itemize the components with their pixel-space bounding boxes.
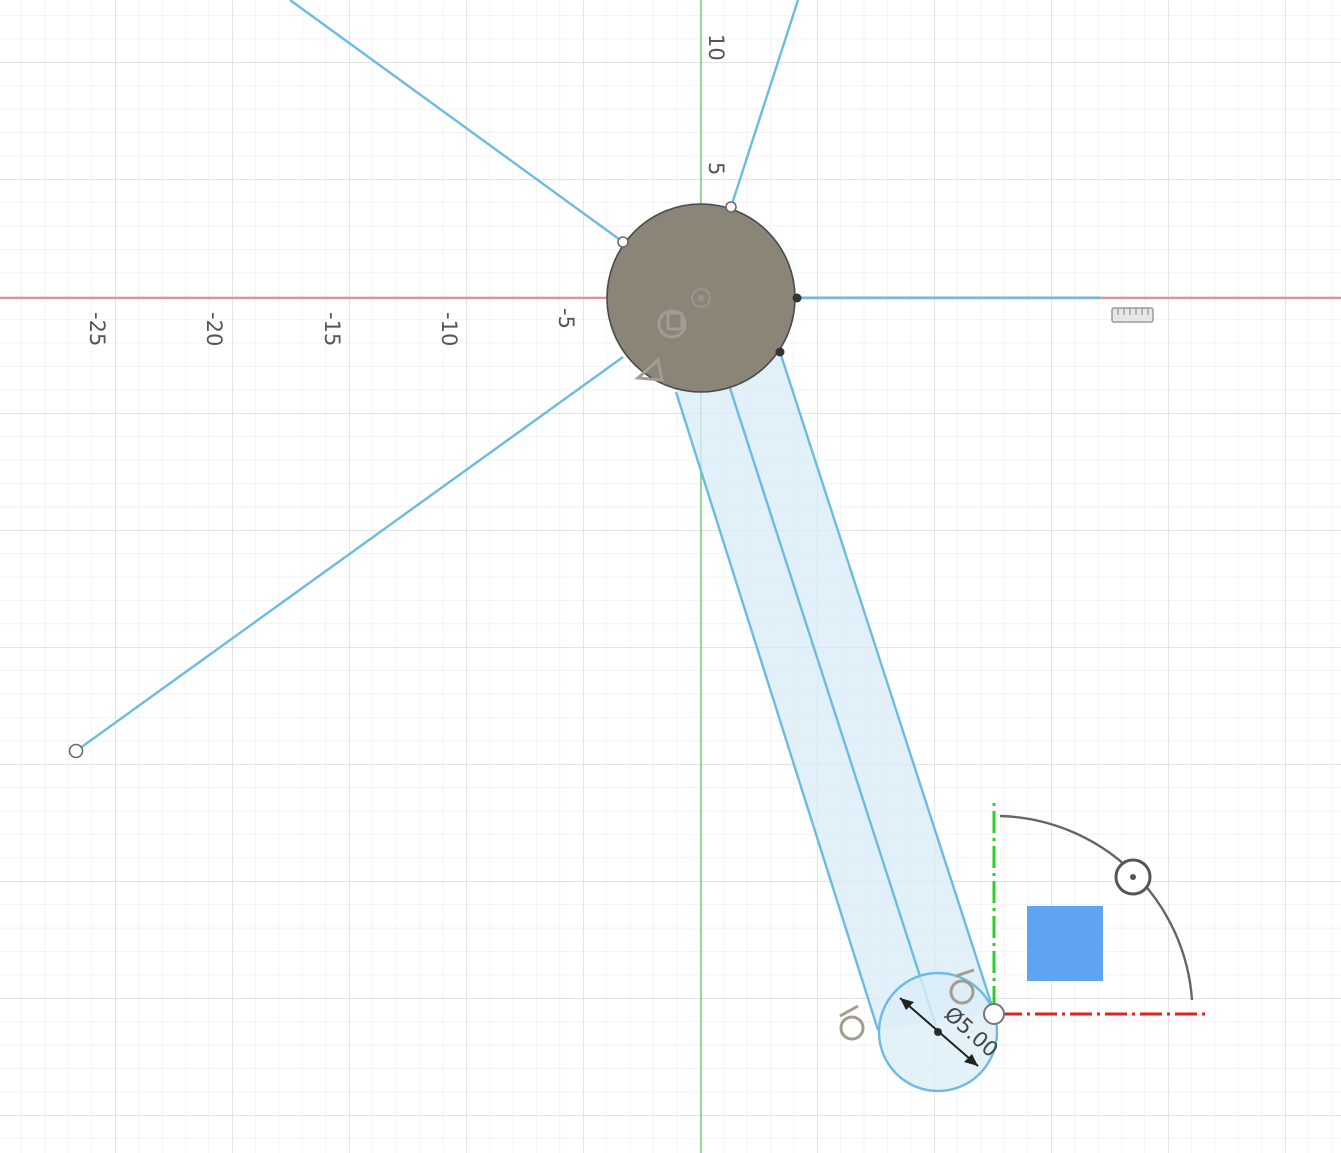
sketch-point[interactable] <box>68 743 84 759</box>
sketch-point-fixed[interactable] <box>792 293 802 303</box>
sketch-canvas[interactable]: -25 -20 -15 -10 -5 10 5 Ø5.00 <box>0 0 1341 1153</box>
rotate-handle-icon[interactable] <box>1114 858 1152 896</box>
sketch-point[interactable] <box>725 201 737 213</box>
sketch-point[interactable] <box>617 236 629 248</box>
sketch-point-fixed[interactable] <box>775 347 785 357</box>
y-tick-label: 5 <box>704 162 728 175</box>
x-tick-label: -5 <box>554 308 578 329</box>
x-tick-label: -20 <box>202 312 226 346</box>
ruler-icon[interactable] <box>1111 307 1154 323</box>
hub-center-dot <box>697 294 705 302</box>
x-tick-label: -10 <box>437 312 461 346</box>
manipulator-origin-handle[interactable] <box>983 1003 1005 1025</box>
y-tick-label: 10 <box>704 34 728 61</box>
sketch-grid <box>0 0 1341 1153</box>
plane-move-handle-icon[interactable] <box>1027 906 1103 981</box>
x-tick-label: -15 <box>320 312 344 346</box>
x-tick-label: -25 <box>85 312 109 346</box>
